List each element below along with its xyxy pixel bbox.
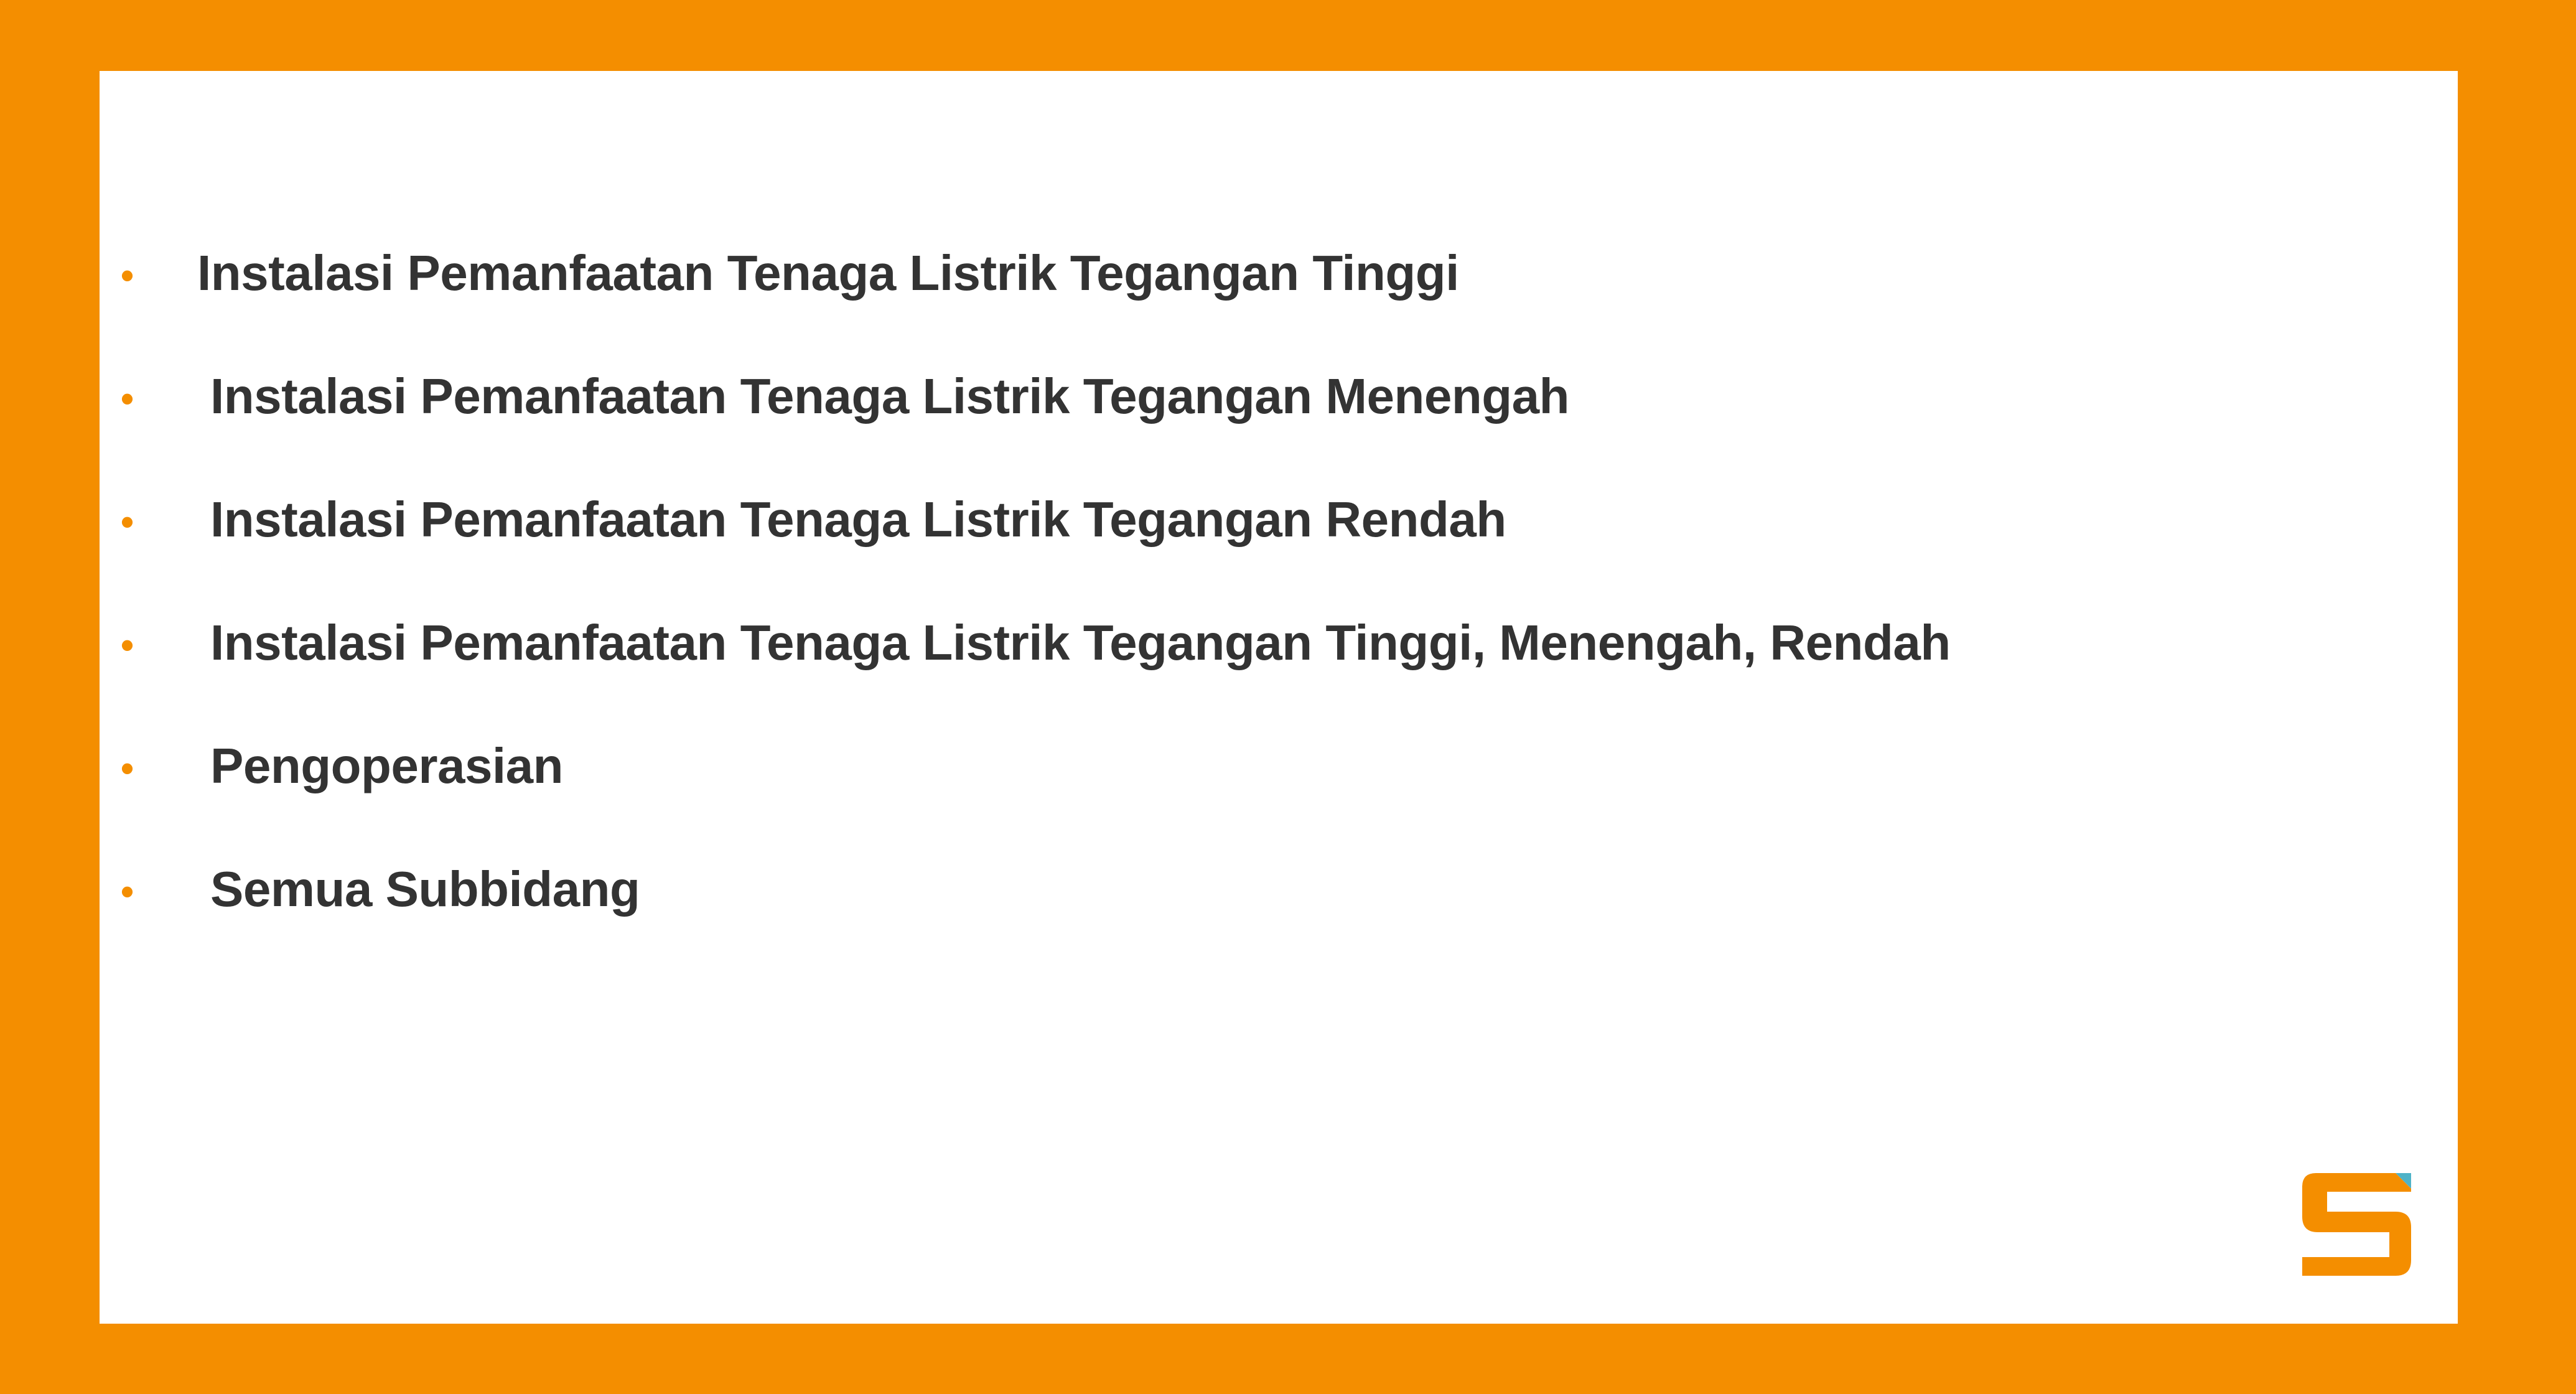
slide-panel: • Instalasi Pemanfaatan Tenaga Listrik T…	[100, 71, 2458, 1324]
list-item-label: Pengoperasian	[210, 738, 564, 793]
list-item-label: Instalasi Pemanfaatan Tenaga Listrik Teg…	[210, 492, 1506, 547]
list-item-label: Instalasi Pemanfaatan Tenaga Listrik Teg…	[210, 368, 1569, 424]
list-item-label: Instalasi Pemanfaatan Tenaga Listrik Teg…	[210, 615, 1951, 670]
bullet-marker: •	[121, 624, 134, 666]
s-logo-icon	[2302, 1173, 2411, 1276]
list-item-label: Semua Subbidang	[210, 861, 640, 917]
logo-s-shape	[2302, 1173, 2411, 1276]
bullet-marker: •	[121, 747, 134, 789]
bullet-marker: •	[121, 255, 134, 296]
list-item-label: Instalasi Pemanfaatan Tenaga Listrik Teg…	[197, 245, 1459, 301]
bullet-marker: •	[121, 501, 134, 543]
bullet-marker: •	[121, 378, 134, 419]
bullet-marker: •	[121, 871, 134, 912]
